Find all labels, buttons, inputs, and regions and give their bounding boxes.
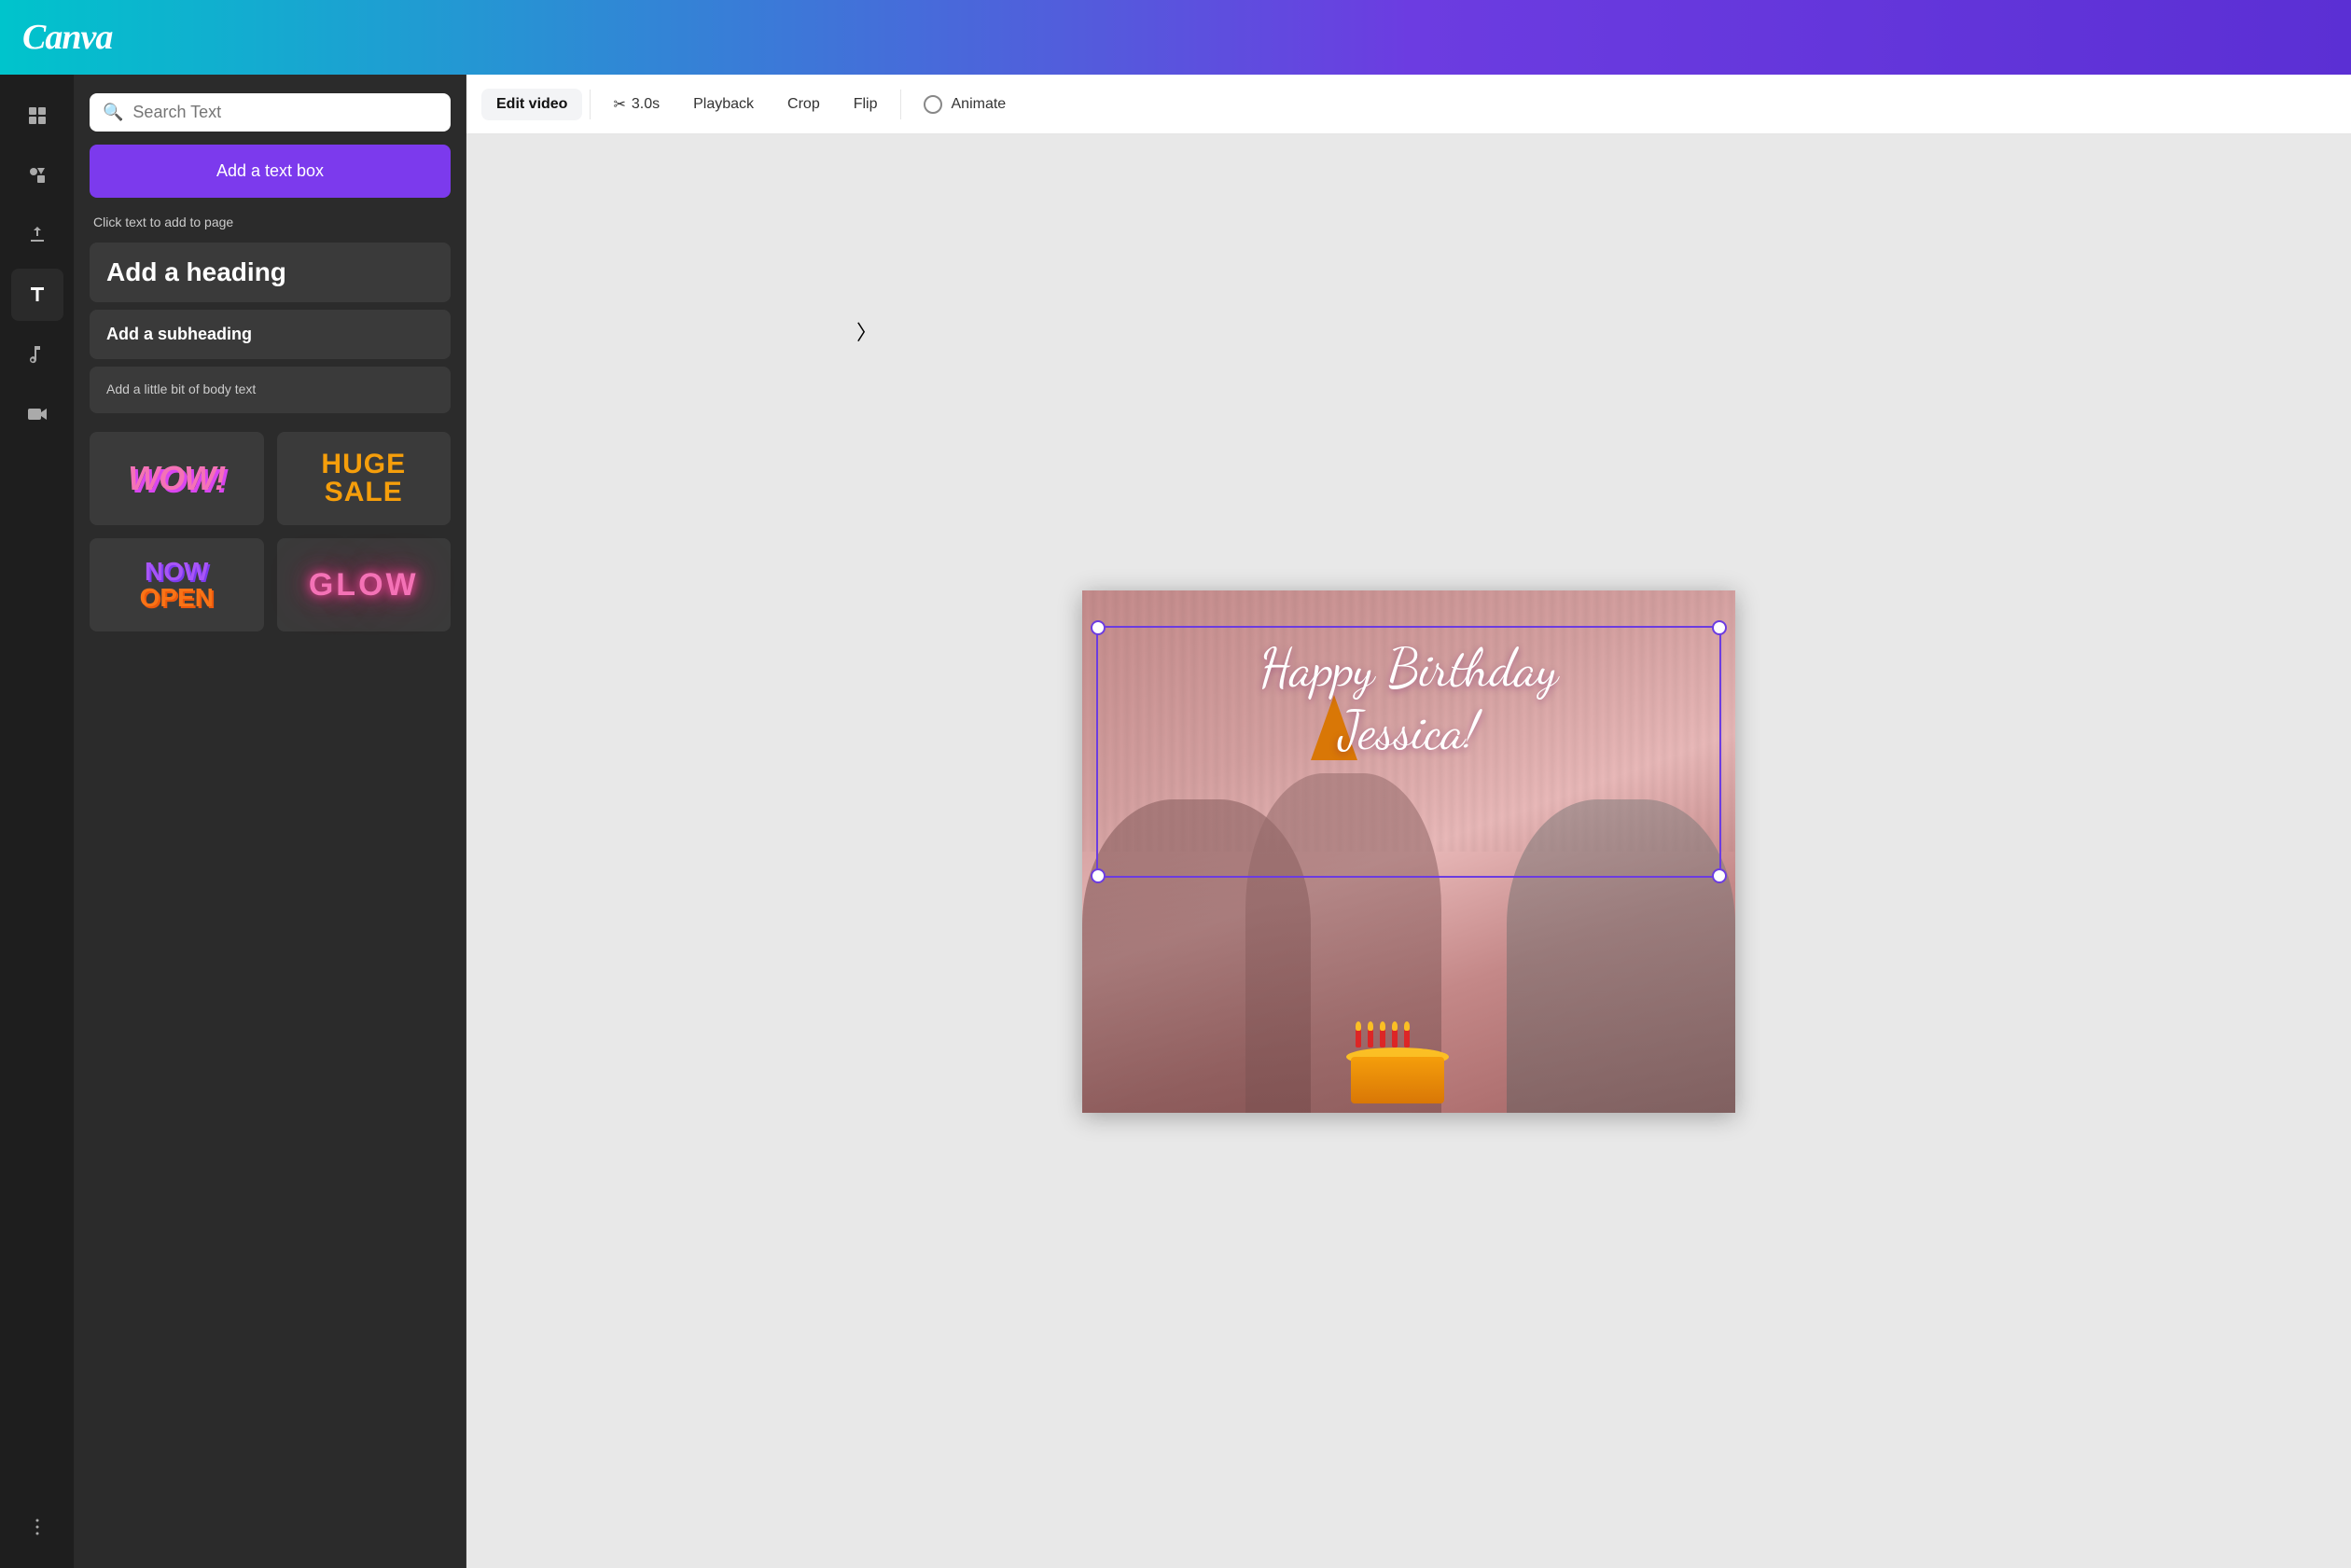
- add-textbox-button[interactable]: Add a text box: [90, 145, 451, 198]
- canvas-area: Happy Birthday Jessica! 〉: [466, 134, 2351, 1568]
- toolbar: Edit video ✂ 3.0s Playback Crop Flip Ani…: [466, 75, 2351, 134]
- open-text: OPEN: [140, 585, 214, 611]
- search-icon: 🔍: [103, 103, 123, 122]
- animate-label: Animate: [952, 96, 1007, 113]
- sidebar-item-text[interactable]: [11, 269, 63, 321]
- candle-2: [1368, 1029, 1373, 1048]
- candle-4: [1392, 1029, 1398, 1048]
- flame-1: [1356, 1021, 1361, 1031]
- wow-text: WOW!: [128, 459, 225, 498]
- person-right: [1507, 799, 1735, 1113]
- huge-sale-text: HUGE SALE: [321, 451, 406, 506]
- now-open-text: NOW OPEN: [140, 559, 214, 611]
- text-panel: 🔍 Add a text box Click text to add to pa…: [75, 75, 466, 1568]
- sidebar-item-elements[interactable]: [11, 149, 63, 201]
- canvas-card[interactable]: Happy Birthday Jessica!: [1082, 590, 1735, 1113]
- toolbar-divider-2: [900, 90, 901, 119]
- cursor-indicator: 〉: [856, 316, 877, 346]
- style-wow[interactable]: WOW!: [90, 432, 264, 525]
- flame-3: [1380, 1021, 1385, 1031]
- candle-3: [1380, 1029, 1385, 1048]
- scissors-icon[interactable]: ✂ 3.0s: [598, 88, 675, 121]
- style-now-open[interactable]: NOW OPEN: [90, 538, 264, 631]
- click-instruction: Click text to add to page: [90, 215, 451, 229]
- header: Canva: [0, 0, 2351, 75]
- style-glow[interactable]: GLOW: [277, 538, 452, 631]
- subheading-label: Add a subheading: [106, 325, 252, 343]
- search-input[interactable]: [132, 103, 438, 122]
- flip-button[interactable]: Flip: [839, 89, 893, 120]
- sidebar-item-more[interactable]: [11, 1501, 63, 1553]
- candle-1: [1356, 1029, 1361, 1048]
- party-hat: [1311, 695, 1357, 760]
- flame-5: [1404, 1021, 1410, 1031]
- heading-label: Add a heading: [106, 257, 286, 286]
- glow-text: GLOW: [309, 567, 419, 604]
- now-text: NOW: [140, 559, 214, 585]
- toolbar-divider-1: [590, 90, 591, 119]
- edit-video-button[interactable]: Edit video: [481, 89, 582, 120]
- duration-label: 3.0s: [632, 96, 660, 113]
- body-label: Add a little bit of body text: [106, 382, 256, 396]
- flame-2: [1368, 1021, 1373, 1031]
- cake-body: [1351, 1057, 1444, 1103]
- sidebar-item-audio[interactable]: [11, 328, 63, 381]
- huge-text: HUGE: [321, 451, 406, 479]
- body-option[interactable]: Add a little bit of body text: [90, 367, 451, 413]
- scissors-symbol: ✂: [613, 95, 625, 114]
- sale-text: SALE: [321, 479, 406, 506]
- editor-area: Edit video ✂ 3.0s Playback Crop Flip Ani…: [466, 75, 2351, 1568]
- heading-option[interactable]: Add a heading: [90, 243, 451, 302]
- cake-area: [1342, 1029, 1454, 1103]
- canvas-background: Happy Birthday Jessica!: [1082, 590, 1735, 1113]
- playback-button[interactable]: Playback: [678, 89, 769, 120]
- style-huge-sale[interactable]: HUGE SALE: [277, 432, 452, 525]
- canva-logo: Canva: [22, 17, 112, 58]
- animate-icon: [924, 95, 942, 114]
- animate-button[interactable]: Animate: [909, 88, 1022, 121]
- crop-button[interactable]: Crop: [772, 89, 835, 120]
- flame-4: [1392, 1021, 1398, 1031]
- icon-sidebar: [0, 75, 75, 1568]
- main-layout: 🔍 Add a text box Click text to add to pa…: [0, 75, 2351, 1568]
- sidebar-item-uploads[interactable]: [11, 209, 63, 261]
- search-bar: 🔍: [90, 93, 451, 132]
- sidebar-item-video[interactable]: [11, 388, 63, 440]
- subheading-option[interactable]: Add a subheading: [90, 310, 451, 359]
- sidebar-item-templates[interactable]: [11, 90, 63, 142]
- candle-5: [1404, 1029, 1410, 1048]
- styles-grid: WOW! HUGE SALE NOW OPEN GLOW: [90, 432, 451, 631]
